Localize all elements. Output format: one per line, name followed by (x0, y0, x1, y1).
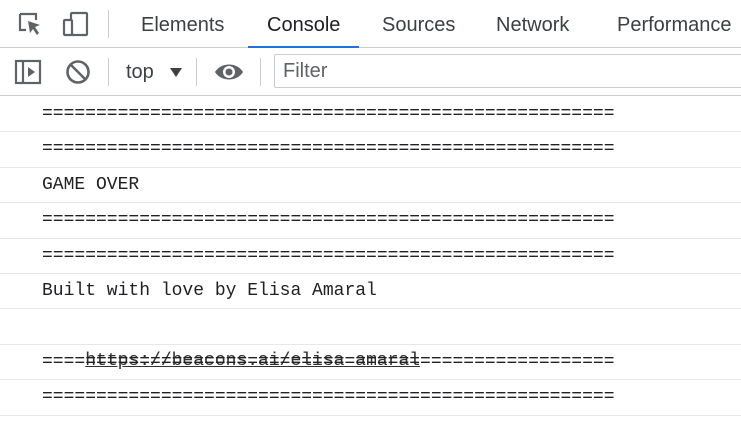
show-sidebar-icon[interactable] (14, 58, 42, 86)
device-toolbar-icon[interactable] (62, 10, 90, 38)
toolbar-separator (108, 58, 109, 86)
tab-network[interactable]: Network (496, 0, 569, 48)
devtools-tabbar: Elements Console Sources Network Perform… (0, 0, 741, 49)
console-toolbar: top (0, 48, 741, 96)
console-message: https://beacons.ai/elisa_amaral (0, 309, 741, 371)
console-message: ========================================… (0, 380, 741, 416)
inspect-element-icon[interactable] (16, 10, 44, 38)
console-message: ========================================… (0, 239, 741, 274)
console-message: Built with love by Elisa Amaral (0, 274, 741, 310)
console-message: ========================================… (0, 132, 741, 168)
console-message: ========================================… (0, 345, 741, 381)
console-messages: ========================================… (0, 97, 741, 424)
console-message: GAME OVER (0, 168, 741, 204)
tab-elements[interactable]: Elements (141, 0, 224, 48)
toolbar-separator (196, 58, 197, 86)
tabbar-separator (108, 10, 109, 38)
tab-sources[interactable]: Sources (382, 0, 455, 48)
context-selector[interactable]: top (126, 58, 182, 86)
filter-input[interactable] (274, 54, 741, 88)
tab-console[interactable]: Console (248, 0, 360, 49)
console-message: ========================================… (0, 97, 741, 133)
chevron-down-icon (170, 68, 182, 77)
live-expression-icon[interactable] (214, 58, 243, 86)
context-label: top (126, 61, 154, 83)
tab-performance[interactable]: Performance (617, 0, 732, 48)
clear-console-icon[interactable] (64, 58, 92, 86)
toolbar-separator (260, 58, 261, 86)
console-message: ========================================… (0, 203, 741, 239)
